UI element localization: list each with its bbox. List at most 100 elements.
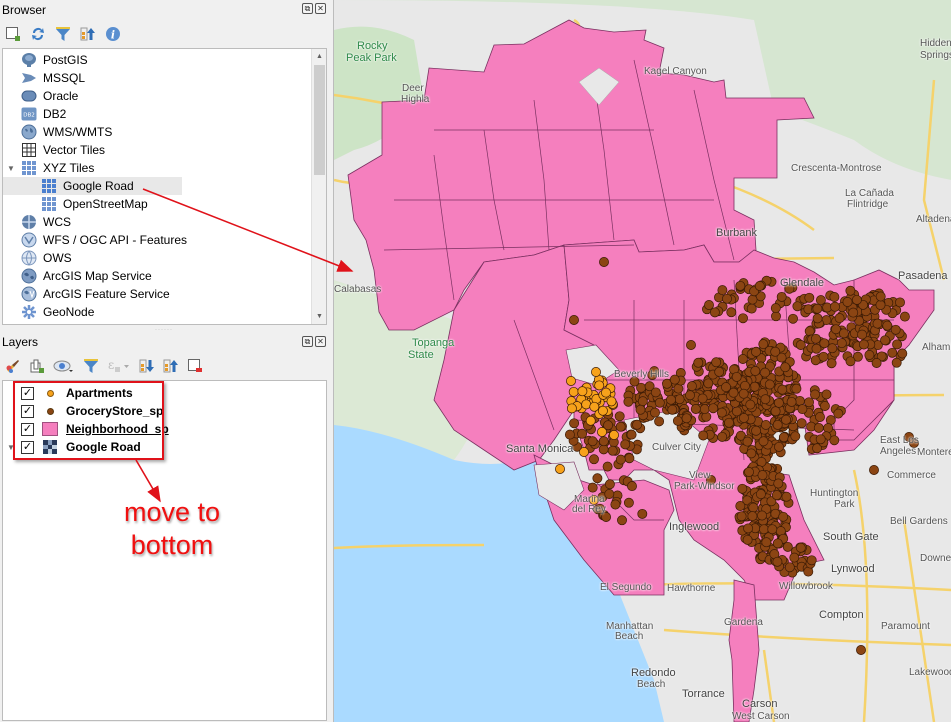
- mssql-icon: [21, 70, 37, 86]
- browser-item-arcgis-map-service[interactable]: ArcGIS Map Service: [21, 267, 152, 285]
- map-canvas[interactable]: Rocky Peak Park Deer Highla Kagel Canyon…: [333, 0, 951, 722]
- visibility-icon[interactable]: [52, 357, 76, 375]
- map-label: Monterey: [917, 447, 951, 458]
- collapse-all-icon[interactable]: [162, 357, 180, 375]
- grocery-store-point: [746, 303, 757, 314]
- grocery-store-point: [806, 555, 817, 566]
- browser-item-vector-tiles[interactable]: Vector Tiles: [21, 141, 105, 159]
- grocery-store-point: [745, 399, 756, 410]
- grocery-store-point: [875, 291, 886, 302]
- browser-item-geonode[interactable]: GeoNode: [21, 303, 94, 321]
- google-road-layer-expander[interactable]: ▼: [7, 443, 15, 452]
- grocery-store-point: [819, 401, 830, 411]
- grocery-store-point: [891, 357, 902, 368]
- scroll-up-arrow[interactable]: ▲: [312, 49, 326, 64]
- layer-row-google-road[interactable]: ✓ Google Road: [21, 438, 141, 456]
- map-label: Beach: [637, 679, 666, 690]
- map-label: Alhambra: [922, 342, 951, 353]
- layer-visibility-checkbox[interactable]: ✓: [21, 422, 34, 436]
- apartment-point: [585, 415, 596, 426]
- layers-close-button[interactable]: ✕: [315, 336, 326, 347]
- browser-item-google-road[interactable]: Google Road: [3, 177, 182, 195]
- grocery-store-point: [626, 429, 637, 440]
- grocery-store-point: [851, 294, 862, 305]
- browser-item-label: PostGIS: [43, 53, 88, 67]
- expression-filter-icon[interactable]: ε: [106, 357, 132, 375]
- grocery-store-point: [760, 419, 771, 430]
- map-label: Compton: [819, 609, 864, 621]
- grocery-store-point: [623, 497, 634, 508]
- browser-item-mssql[interactable]: MSSQL: [21, 69, 85, 87]
- grocery-store-point: [637, 396, 648, 407]
- scroll-down-arrow[interactable]: ▼: [312, 309, 326, 324]
- xyz-tiles-expander[interactable]: ▼: [7, 164, 15, 173]
- grocery-store-point: [773, 397, 784, 408]
- apartment-point: [568, 386, 579, 397]
- layers-float-button[interactable]: ⧉: [302, 336, 313, 347]
- grocery-store-point: [781, 414, 792, 425]
- layer-visibility-checkbox[interactable]: ✓: [21, 404, 34, 418]
- layer-name: Neighborhood_sp: [66, 422, 169, 436]
- browser-panel-title: Browser: [2, 3, 47, 17]
- filter-icon[interactable]: [54, 25, 72, 43]
- layer-visibility-checkbox[interactable]: ✓: [21, 440, 34, 454]
- grocery-store-point: [760, 367, 770, 378]
- grocery-store-point: [610, 499, 621, 510]
- browser-item-wms[interactable]: WMS/WMTS: [21, 123, 112, 141]
- grocery-store-point: [778, 432, 789, 443]
- browser-item-openstreetmap[interactable]: OpenStreetMap: [41, 195, 148, 213]
- grocery-store-point: [747, 511, 758, 522]
- style-icon[interactable]: [4, 357, 22, 375]
- apartment-point: [609, 430, 619, 440]
- grocery-store-point: [895, 297, 905, 308]
- browser-toolbar: i: [4, 24, 122, 44]
- refresh-icon[interactable]: [29, 25, 47, 43]
- browser-item-ows[interactable]: OWS: [21, 249, 72, 267]
- browser-close-button[interactable]: ✕: [315, 3, 326, 14]
- layer-row-neighborhood[interactable]: ✓ Neighborhood_sp: [21, 420, 169, 438]
- browser-item-label: GeoNode: [43, 305, 95, 319]
- add-group-icon[interactable]: [28, 357, 46, 375]
- map-label: Topanga: [412, 337, 455, 349]
- browser-item-db2[interactable]: DB2 DB2: [21, 105, 66, 123]
- browser-item-wfs[interactable]: WFS / OGC API - Features: [21, 231, 187, 249]
- grocery-store-point: [751, 346, 761, 357]
- expand-all-icon[interactable]: [138, 357, 156, 375]
- grocery-store-point: [786, 396, 797, 407]
- layer-row-apartments[interactable]: ✓ Apartments: [21, 384, 133, 402]
- grocery-store-point: [810, 389, 820, 400]
- arcgis-map-icon: [21, 268, 37, 284]
- browser-item-arcgis-feature-service[interactable]: ArcGIS Feature Service: [21, 285, 170, 303]
- browser-item-xyz-tiles[interactable]: XYZ Tiles: [21, 159, 94, 177]
- grocery-store-point: [746, 448, 757, 459]
- filter-icon[interactable]: [82, 357, 100, 375]
- grocery-store-point: [792, 301, 803, 312]
- add-layer-icon[interactable]: [4, 25, 22, 43]
- scrollbar-thumb[interactable]: [314, 65, 325, 175]
- grocery-store-point: [813, 422, 824, 433]
- browser-item-wcs[interactable]: WCS: [21, 213, 71, 231]
- grocery-store-point: [829, 292, 840, 302]
- browser-scrollbar[interactable]: ▲ ▼: [311, 49, 326, 324]
- grocery-store-point: [731, 371, 742, 382]
- grocery-store-point: [791, 383, 802, 394]
- wms-icon: [21, 124, 37, 140]
- collapse-all-icon[interactable]: [79, 25, 97, 43]
- browser-float-button[interactable]: ⧉: [302, 3, 313, 14]
- remove-layer-icon[interactable]: [186, 357, 204, 375]
- layer-visibility-checkbox[interactable]: ✓: [21, 386, 34, 400]
- grocery-store-point: [737, 483, 748, 494]
- browser-item-postgis[interactable]: PostGIS: [21, 51, 88, 69]
- grocery-store-point: [821, 389, 832, 400]
- grocery-store-point: [667, 404, 678, 415]
- browser-item-label: WFS / OGC API - Features: [43, 233, 188, 247]
- grocery-store-point: [726, 307, 737, 318]
- grocery-store-point: [770, 346, 781, 357]
- browser-item-oracle[interactable]: Oracle: [21, 87, 78, 105]
- grocery-store-point: [592, 473, 603, 484]
- map-label: Carson: [742, 698, 778, 710]
- grocery-store-point: [777, 384, 788, 395]
- info-icon[interactable]: i: [104, 25, 122, 43]
- layer-row-grocerystore[interactable]: ✓ GroceryStore_sp: [21, 402, 163, 420]
- grocery-store-point: [744, 467, 754, 477]
